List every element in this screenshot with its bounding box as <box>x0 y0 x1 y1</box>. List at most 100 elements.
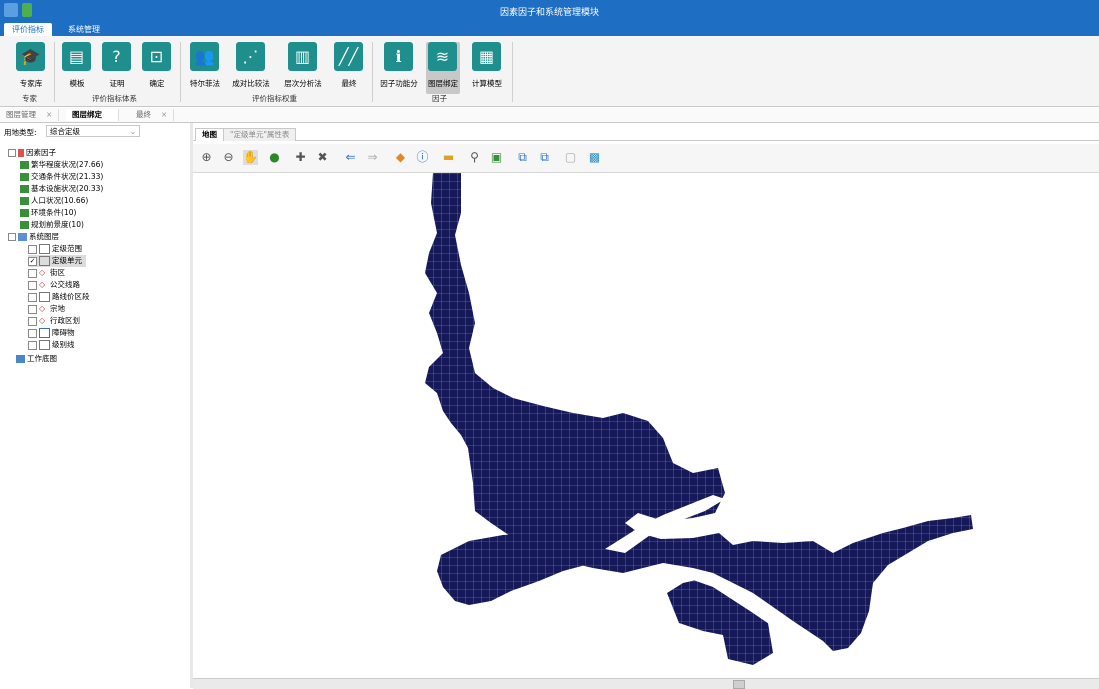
final-icon: ╱╱ <box>334 42 363 71</box>
group-label-factor: 因子 <box>432 94 447 103</box>
bring-to-front-icon[interactable]: ⧉ <box>515 150 530 165</box>
layer-checkbox[interactable] <box>28 280 37 290</box>
tree-root-factors[interactable]: 因素因子 <box>8 147 56 159</box>
map-toolbar: ⊕ ⊖ ✋ ● ✚ ✖ ⇐ ⇒ ◆ ⓘ ▬ ⚲ ▣ ⧉ ⧉ ▢ ▩ <box>193 144 1099 173</box>
close-icon[interactable]: × <box>46 110 52 119</box>
full-extent-icon[interactable]: ● <box>267 150 282 165</box>
south-west-polygon[interactable] <box>437 533 613 605</box>
tree-item-factor[interactable]: 规划前景度(10) <box>20 219 84 231</box>
tree-item-layer[interactable]: 路线价区段 <box>28 291 90 303</box>
template-button[interactable]: ▤ 模板 <box>60 42 94 94</box>
export-image-icon[interactable]: ▣ <box>489 150 504 165</box>
tree-item-factor[interactable]: 交通条件状况(21.33) <box>20 171 103 183</box>
zoom-out-icon[interactable]: ⊖ <box>221 150 236 165</box>
factor-score-button[interactable]: ℹ 因子功能分 <box>380 42 418 94</box>
measure-icon[interactable]: ▬ <box>441 150 456 165</box>
basemap-icon <box>16 355 25 363</box>
tab-evaluation-index[interactable]: 评价指标 <box>4 23 52 36</box>
factor-score-icon: ℹ <box>384 42 413 71</box>
calc-model-button[interactable]: ▦ 计算模型 <box>470 42 504 94</box>
pan-hand-icon[interactable]: ✋ <box>243 150 258 165</box>
factor-node-icon <box>20 221 29 229</box>
layer-bind-icon: ≋ <box>428 42 457 71</box>
title-bar: 因素因子和系统管理模块 <box>0 0 1099 22</box>
zoom-in-icon[interactable]: ⊕ <box>199 150 214 165</box>
tab-attribute-table[interactable]: "定级单元"属性表 <box>223 128 297 141</box>
ahp-icon: ▥ <box>288 42 317 71</box>
tree-item-factor[interactable]: 繁华程度状况(27.66) <box>20 159 103 171</box>
ahp-button[interactable]: ▥ 层次分析法 <box>284 42 322 94</box>
horizontal-scrollbar[interactable] <box>193 678 1099 689</box>
info-icon[interactable]: ⓘ <box>415 150 430 165</box>
zoom-in-fixed-icon[interactable]: ✚ <box>293 150 308 165</box>
close-icon[interactable]: × <box>161 110 167 119</box>
group-label-index-system: 评价指标体系 <box>92 94 137 103</box>
tree-item-factor[interactable]: 基本设施状况(20.33) <box>20 183 103 195</box>
line-layer-icon: ◇ <box>39 304 46 313</box>
tree-item-layer-selected[interactable]: ✓ 定级单元 <box>28 255 86 267</box>
tree-item-factor[interactable]: 人口状况(10.66) <box>20 195 88 207</box>
final-button[interactable]: ╱╱ 最终 <box>332 42 366 94</box>
zoom-out-fixed-icon[interactable]: ✖ <box>315 150 330 165</box>
layer-checkbox[interactable] <box>28 328 37 338</box>
factor-node-icon <box>20 161 29 169</box>
layer-checkbox[interactable] <box>28 304 37 314</box>
factor-node-icon <box>20 185 29 193</box>
map-tabs: 地图 "定级单元"属性表 <box>193 126 1099 141</box>
ribbon: 🎓 专家库 ▤ 模板 ? 证明 ⊡ 确定 👥 特尔菲法 ⋰ 成对比较法 ▥ 层次分析法 ╱╱ 最… <box>0 36 1099 107</box>
factor-folder-icon <box>18 149 24 157</box>
layer-checkbox[interactable] <box>28 292 37 302</box>
map-svg[interactable] <box>193 173 1099 678</box>
land-type-select[interactable]: 综合定级 ⌄ <box>46 125 140 137</box>
layer-checkbox[interactable] <box>28 244 37 254</box>
doc-tab-layer-bind[interactable]: 图层绑定 <box>66 109 119 121</box>
delphi-icon: 👥 <box>190 42 219 71</box>
forward-arrow-icon[interactable]: ⇒ <box>365 150 380 165</box>
layer-bind-button[interactable]: ≋ 图层绑定 <box>426 42 460 94</box>
layers-folder-icon <box>18 233 27 241</box>
collapse-icon[interactable] <box>8 233 16 241</box>
tree-item-factor[interactable]: 环境条件(10) <box>20 207 76 219</box>
tree-item-layer[interactable]: ◇ 街区 <box>28 267 65 279</box>
layer-tree-panel: 用地类型: 综合定级 ⌄ 因素因子 繁华程度状况(27.66) 交通条件状况(21… <box>0 123 191 688</box>
tree-item-layer[interactable]: ◇ 宗地 <box>28 303 65 315</box>
pairwise-icon: ⋰ <box>236 42 265 71</box>
pairwise-button[interactable]: ⋰ 成对比较法 <box>232 42 270 94</box>
proof-button[interactable]: ? 证明 <box>100 42 134 94</box>
proof-icon: ? <box>102 42 131 71</box>
tree-item-layer[interactable]: 定级范围 <box>28 243 82 255</box>
clear-selection-icon[interactable]: ▢ <box>563 150 578 165</box>
layer-checkbox[interactable] <box>28 340 37 350</box>
tree-root-basemap[interactable]: 工作底图 <box>16 353 57 365</box>
tree-item-layer[interactable]: 级别线 <box>28 339 75 351</box>
doc-tab-layer-manage[interactable]: 图层管理 × <box>0 109 60 121</box>
find-binoculars-icon[interactable]: ⚲ <box>467 150 482 165</box>
tab-map[interactable]: 地图 <box>195 128 224 141</box>
line-layer-icon <box>39 328 50 338</box>
doc-tab-final[interactable]: 最终 × <box>130 109 175 121</box>
factor-node-icon <box>20 173 29 181</box>
template-icon: ▤ <box>62 42 91 71</box>
tree-root-layers[interactable]: 系统图层 <box>8 231 59 243</box>
factor-node-icon <box>20 197 29 205</box>
layer-checkbox[interactable] <box>28 316 37 326</box>
map-canvas[interactable] <box>193 173 1099 678</box>
menu-bar: 评价指标 系统管理 <box>0 22 1099 36</box>
line-layer-icon: ◇ <box>39 280 46 289</box>
confirm-button[interactable]: ⊡ 确定 <box>140 42 174 94</box>
tree-item-layer[interactable]: ◇ 公交线路 <box>28 279 80 291</box>
tree-item-layer[interactable]: 障碍物 <box>28 327 75 339</box>
layer-checkbox-checked[interactable]: ✓ <box>28 256 37 266</box>
tab-system-management[interactable]: 系统管理 <box>60 23 108 36</box>
delphi-button[interactable]: 👥 特尔菲法 <box>188 42 222 94</box>
back-arrow-icon[interactable]: ⇐ <box>343 150 358 165</box>
expert-library-button[interactable]: 🎓 专家库 <box>14 42 48 94</box>
refresh-map-icon[interactable]: ▩ <box>587 150 602 165</box>
layer-checkbox[interactable] <box>28 268 37 278</box>
collapse-icon[interactable] <box>8 149 16 157</box>
tree-item-layer[interactable]: ◇ 行政区划 <box>28 315 80 327</box>
send-to-back-icon[interactable]: ⧉ <box>537 150 552 165</box>
land-type-label: 用地类型: <box>4 128 37 137</box>
select-feature-icon[interactable]: ◆ <box>393 150 408 165</box>
document-tabs: 图层管理 × 图层绑定 最终 × <box>0 108 1099 123</box>
